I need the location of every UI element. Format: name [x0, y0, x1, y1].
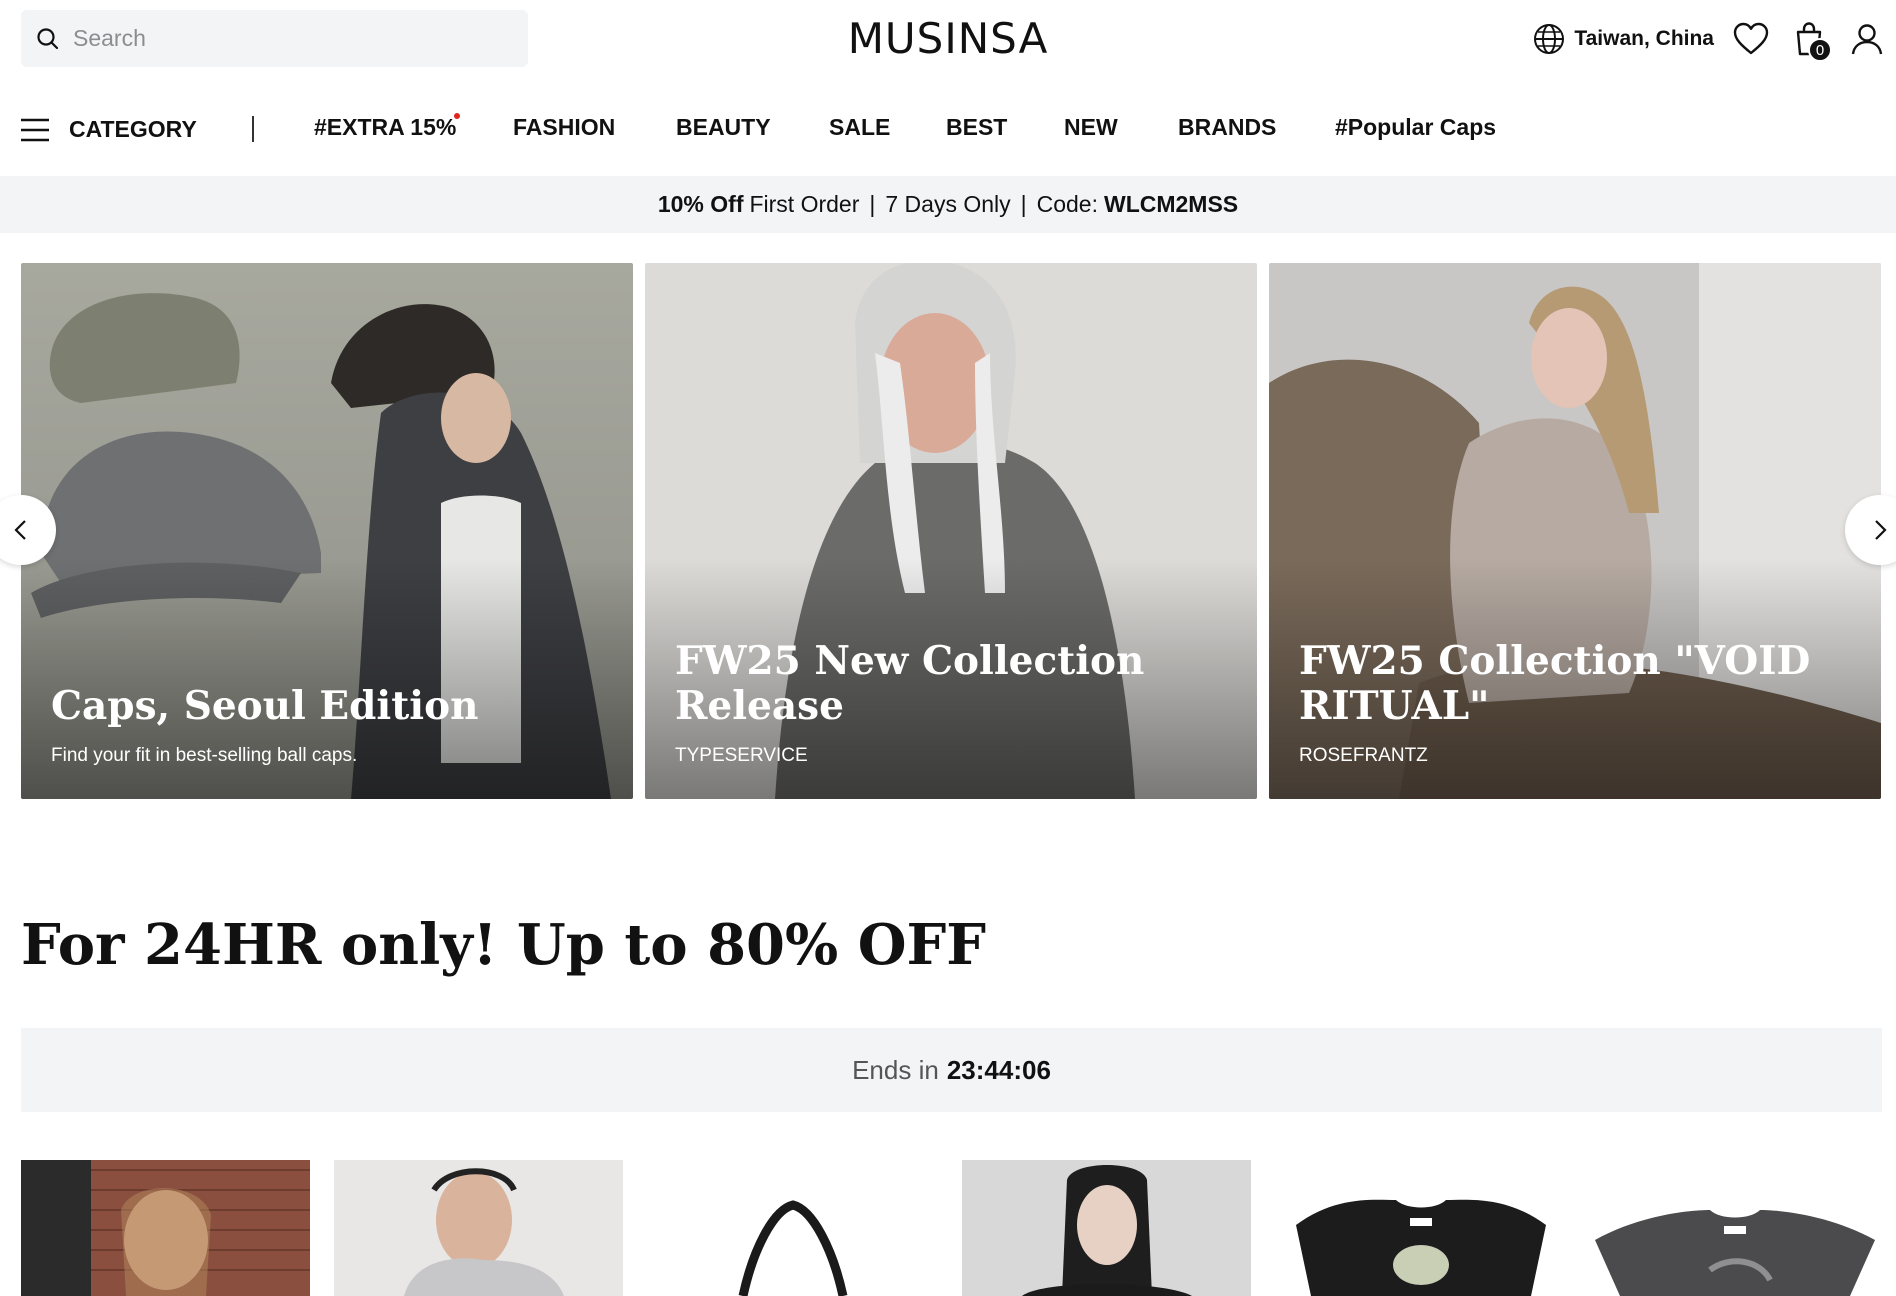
countdown-value: 23:44:06 [946, 1054, 1051, 1085]
nav-item-beauty[interactable]: BEAUTY [676, 114, 771, 141]
promo-bar[interactable]: 10% Off First Order | 7 Days Only | Code… [0, 176, 1896, 233]
promo-duration: 7 Days Only [885, 191, 1011, 217]
nav-item-extra[interactable]: #EXTRA 15% [314, 114, 456, 141]
deal-section-title: For 24HR only! Up to 80% OFF [21, 912, 987, 978]
chevron-left-icon [14, 520, 26, 540]
account-button[interactable] [1848, 20, 1886, 58]
banner-caption: FW25 New Collection Release TYPESERVICE [675, 639, 1237, 767]
nav-item-sale[interactable]: SALE [829, 114, 890, 141]
banner-title: Caps, Seoul Edition [51, 683, 479, 730]
banner-card[interactable]: FW25 New Collection Release TYPESERVICE [645, 263, 1257, 799]
promo-first-order: First Order [749, 191, 860, 217]
nav-divider [252, 116, 254, 142]
header: MUSINSA Taiwan, China 0 [0, 0, 1896, 78]
hamburger-icon [21, 118, 49, 141]
promo-separator: | [869, 191, 876, 217]
nav-new-dot [454, 113, 460, 119]
product-image [334, 1160, 623, 1296]
countdown-bar: Ends in 23:44:06 [21, 1028, 1882, 1112]
category-menu-button[interactable]: CATEGORY [21, 116, 197, 143]
product-card[interactable] [334, 1160, 623, 1296]
chevron-right-icon [1875, 520, 1887, 540]
product-card[interactable] [648, 1160, 937, 1296]
promo-discount: 10% Off [657, 191, 744, 217]
product-card[interactable] [962, 1160, 1251, 1296]
product-image [962, 1160, 1251, 1296]
wishlist-button[interactable] [1732, 20, 1770, 58]
product-card[interactable] [1276, 1160, 1565, 1296]
product-card[interactable] [21, 1160, 310, 1296]
nav-item-brands[interactable]: BRANDS [1178, 114, 1276, 141]
region-selector[interactable]: Taiwan, China [1532, 22, 1714, 56]
header-actions: Taiwan, China 0 [1532, 16, 1896, 62]
nav-item-best[interactable]: BEST [946, 114, 1007, 141]
product-image [1590, 1160, 1879, 1296]
product-image [648, 1160, 937, 1296]
banner-caption: FW25 Collection "VOID RITUAL" ROSEFRANTZ [1299, 639, 1861, 767]
cart-count-badge: 0 [1808, 38, 1832, 62]
banner-card[interactable]: Caps, Seoul Edition Find your fit in bes… [21, 263, 633, 799]
search-input[interactable] [73, 25, 513, 52]
banner-subtitle: TYPESERVICE [675, 745, 808, 766]
nav-item-popular-caps[interactable]: #Popular Caps [1335, 114, 1496, 141]
user-icon [1851, 24, 1883, 55]
banner-title: FW25 New Collection Release [675, 638, 1145, 730]
search-icon [37, 27, 59, 49]
heart-icon [1733, 22, 1769, 55]
product-card[interactable] [1590, 1160, 1879, 1296]
search-bar[interactable] [21, 10, 528, 67]
promo-code-label: Code: [1036, 191, 1098, 217]
banner-subtitle: ROSEFRANTZ [1299, 745, 1428, 766]
nav-item-new[interactable]: NEW [1064, 114, 1118, 141]
product-image [1276, 1160, 1565, 1296]
banner-title: FW25 Collection "VOID RITUAL" [1299, 638, 1811, 730]
globe-icon [1534, 24, 1565, 54]
promo-separator: | [1020, 191, 1027, 217]
category-label: CATEGORY [69, 116, 197, 142]
banner-card[interactable]: FW25 Collection "VOID RITUAL" ROSEFRANTZ [1269, 263, 1881, 799]
region-label: Taiwan, China [1574, 27, 1714, 50]
cart-button[interactable]: 0 [1790, 20, 1832, 62]
banner-subtitle: Find your fit in best-selling ball caps. [51, 745, 358, 766]
logo[interactable]: MUSINSA [848, 14, 1049, 63]
promo-code: WLCM2MSS [1103, 191, 1239, 217]
product-image [21, 1160, 310, 1296]
banner-caption: Caps, Seoul Edition Find your fit in bes… [51, 684, 613, 767]
nav-item-fashion[interactable]: FASHION [513, 114, 615, 141]
countdown-label: Ends in [852, 1054, 939, 1085]
